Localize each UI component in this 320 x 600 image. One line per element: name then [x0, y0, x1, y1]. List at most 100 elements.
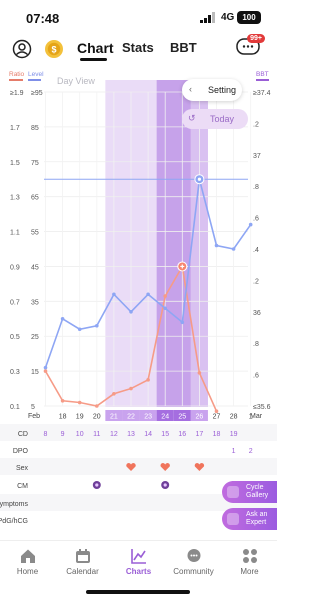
gallery-icon: [227, 486, 239, 498]
table-row-label: PdG/hCG: [0, 518, 28, 525]
status-time: 07:48: [26, 11, 60, 26]
ratio-tick-label: ≥1.9: [10, 90, 24, 97]
setting-button[interactable]: ‹ Setting: [182, 79, 242, 101]
date-label: 27: [213, 414, 221, 421]
charts-icon: [131, 549, 146, 564]
bbt-tick-label: .8: [253, 184, 259, 191]
bbt-axis-ticks: ≥37.4 .2 37 .8 .6 .4 .2 36 .8 .6 ≤35.6: [253, 90, 271, 411]
peak-band: [156, 80, 191, 407]
ratio-tick-label: 0.5: [10, 334, 20, 341]
messages-button[interactable]: 99+: [236, 34, 265, 56]
level-peak-dot: [197, 177, 201, 181]
date-label: 18: [59, 414, 67, 421]
status-bar: 07:48 4G 100: [0, 0, 277, 36]
nav-charts-label: Charts: [125, 567, 152, 576]
bbt-tick-label: 37: [253, 153, 261, 160]
nav-charts[interactable]: Charts: [111, 541, 166, 585]
date-label: 28: [230, 414, 238, 421]
ratio-tick-label: 0.3: [10, 369, 20, 376]
ratio-tick-label: 1.5: [10, 160, 20, 167]
return-icon: ↺: [188, 113, 196, 123]
tab-stats[interactable]: Stats: [122, 40, 154, 55]
level-point: [95, 323, 99, 328]
ratio-axis-ticks: ≥1.9 1.7 1.5 1.3 1.1 0.9 0.7 0.5 0.3 0.1: [10, 90, 24, 411]
today-label: Today: [210, 114, 235, 124]
level-tick-label: 75: [31, 160, 39, 167]
level-axis-title: Level: [28, 71, 44, 78]
date-label: 24: [161, 414, 169, 421]
table-row-label: CM: [17, 483, 28, 490]
date-label: 22: [127, 414, 135, 421]
bbt-axis-title: BBT: [256, 71, 269, 78]
month-label-start: Feb: [28, 413, 40, 420]
level-axis-ticks: ≥95 85 75 65 55 45 35 25 15 5: [31, 90, 43, 411]
cd-value: 17: [196, 431, 204, 438]
cervical-mucus-dot: [163, 483, 167, 487]
nav-community[interactable]: Community: [166, 541, 221, 585]
tab-bbt[interactable]: BBT: [170, 40, 197, 55]
level-tick-label: ≥95: [31, 90, 43, 97]
cd-value: 16: [178, 431, 186, 438]
bbt-tick-label: .2: [253, 121, 259, 128]
nav-calendar-label: Calendar: [66, 567, 99, 576]
nav-more[interactable]: More: [222, 541, 277, 585]
dpo-value: 2: [249, 448, 253, 455]
notification-badge: 99+: [247, 34, 265, 43]
bbt-tick-label: .8: [253, 341, 259, 348]
more-icon: [243, 549, 257, 563]
tab-chart[interactable]: Chart: [77, 40, 114, 56]
cervical-mucus-dot: [95, 483, 99, 487]
home-indicator: [86, 590, 190, 594]
ratio-tick-label: 0.1: [10, 404, 20, 411]
bbt-tick-label: ≤35.6: [253, 404, 271, 411]
nav-community-label: Community: [173, 567, 214, 576]
bbt-tick-label: ≥37.4: [253, 90, 271, 97]
level-point: [231, 247, 236, 251]
level-point: [43, 365, 48, 370]
cd-value: 15: [161, 431, 169, 438]
bbt-tick-label: .6: [253, 216, 259, 223]
bottom-nav: Home Calendar Charts Community More: [0, 540, 277, 584]
ratio-point: [163, 294, 167, 298]
cd-value: 13: [127, 431, 135, 438]
ratio-tick-label: 1.7: [10, 125, 20, 132]
ask-expert-label: Ask an Expert: [246, 511, 268, 526]
ratio-tick-label: 0.7: [10, 299, 20, 306]
cycle-gallery-button[interactable]: Cycle Gallery: [222, 481, 277, 503]
bbt-tick-label: .6: [253, 373, 259, 380]
day-view-label: Day View: [57, 76, 95, 86]
nav-home-label: Home: [16, 567, 39, 576]
ratio-point: [60, 398, 65, 403]
coin-icon[interactable]: $: [44, 39, 64, 59]
ratio-axis-title: Ratio: [9, 71, 25, 78]
expert-icon: [227, 513, 239, 525]
today-button[interactable]: ↺ Today: [182, 109, 248, 129]
nav-calendar[interactable]: Calendar: [55, 541, 110, 585]
setting-label: Setting: [208, 85, 237, 95]
battery-icon: 100: [237, 11, 261, 24]
cycle-gallery-label: Cycle Gallery: [246, 484, 269, 499]
hormone-chart[interactable]: Ratio Level BBT ≥1.9 1.7 1.5 1.3 1.1 0.9 0.7 0.…: [0, 66, 277, 536]
ask-expert-button[interactable]: Ask an Expert: [222, 508, 277, 530]
profile-icon[interactable]: [12, 39, 32, 59]
home-icon: [21, 549, 35, 563]
table-row-label: Symptoms: [0, 501, 28, 508]
calendar-icon: [76, 549, 90, 563]
ratio-point: [197, 371, 202, 375]
ratio-point: [43, 369, 48, 373]
date-label: 23: [144, 414, 152, 421]
chevron-left-icon: ‹: [189, 84, 192, 94]
vertical-gridlines: [45, 92, 252, 406]
level-tick-label: 55: [31, 230, 39, 237]
level-tick-label: 85: [31, 125, 39, 132]
bbt-tick-label: .4: [253, 247, 259, 254]
cd-value: 11: [93, 431, 100, 438]
ratio-tick-label: 0.9: [10, 264, 20, 271]
level-point: [180, 320, 185, 325]
cd-value: 19: [230, 431, 238, 438]
ratio-point: [146, 378, 150, 382]
level-tick-label: 35: [31, 299, 39, 306]
cd-value: 9: [61, 431, 65, 438]
nav-home[interactable]: Home: [0, 541, 55, 585]
ratio-tick-label: 1.1: [10, 230, 20, 237]
